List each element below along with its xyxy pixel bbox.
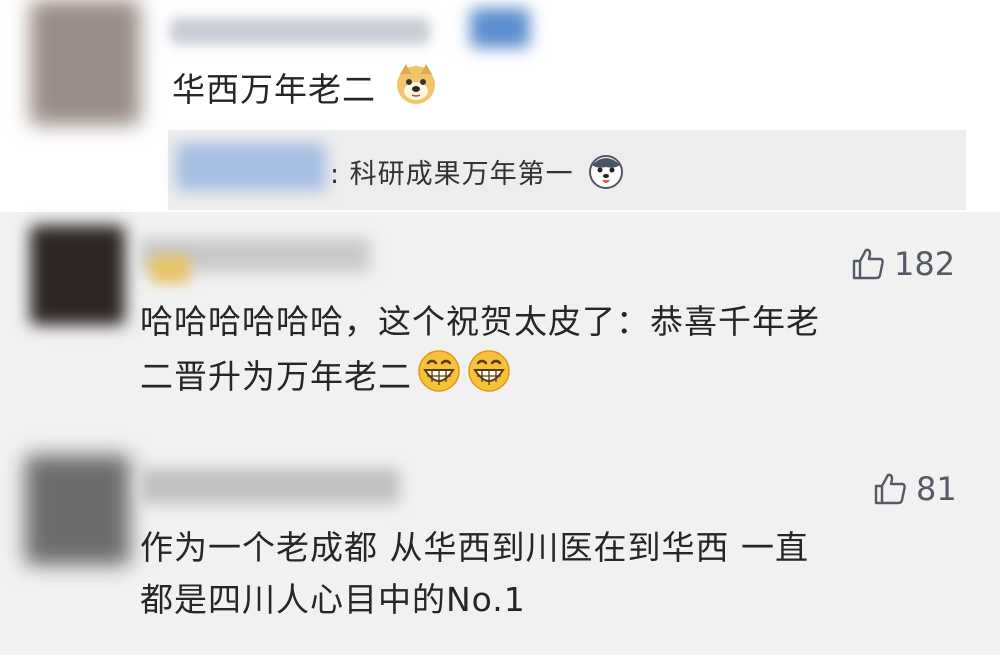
avatar[interactable] — [30, 225, 125, 325]
comment-text: 作为一个老成都 从华西到川医在到华西 一直 都是四川人心目中的No.1 — [140, 522, 809, 626]
grin-emoji — [416, 348, 462, 409]
comment-text-content: 华西万年老二 — [172, 70, 376, 109]
username-blurred[interactable] — [170, 18, 430, 44]
doge-emoji — [394, 62, 438, 121]
comment-text: 华西万年老二 — [172, 62, 438, 121]
comment-line: 作为一个老成都 从华西到川医在到华西 一直 — [140, 528, 809, 567]
like-count: 81 — [916, 470, 957, 508]
thumbs-up-icon — [850, 246, 886, 282]
avatar[interactable] — [25, 455, 130, 565]
comment-line: 都是四川人心目中的No.1 — [140, 580, 526, 619]
like-button[interactable]: 182 — [850, 245, 955, 283]
grin-emoji — [466, 348, 512, 409]
reply-username-blurred[interactable] — [176, 143, 326, 191]
reply-text: : 科研成果万年第一 — [330, 152, 625, 198]
username-blurred-accent — [470, 8, 530, 48]
thumbs-up-icon — [872, 471, 908, 507]
husky-emoji — [587, 153, 625, 198]
comment-line: 二晋升为万年老二 — [140, 357, 412, 396]
like-button[interactable]: 81 — [872, 470, 957, 508]
comment-line: 哈哈哈哈哈哈，这个祝贺太皮了：恭喜千年老 — [140, 302, 820, 341]
reply-text-content: : 科研成果万年第一 — [330, 159, 574, 190]
username-blurred[interactable] — [140, 468, 400, 504]
like-count: 182 — [894, 245, 956, 283]
username-blurred-accent — [150, 255, 190, 283]
comment-line-2: 二晋升为万年老二 — [140, 348, 820, 409]
comment-text: 哈哈哈哈哈哈，这个祝贺太皮了：恭喜千年老 二晋升为万年老二 — [140, 296, 820, 409]
avatar[interactable] — [30, 0, 140, 125]
